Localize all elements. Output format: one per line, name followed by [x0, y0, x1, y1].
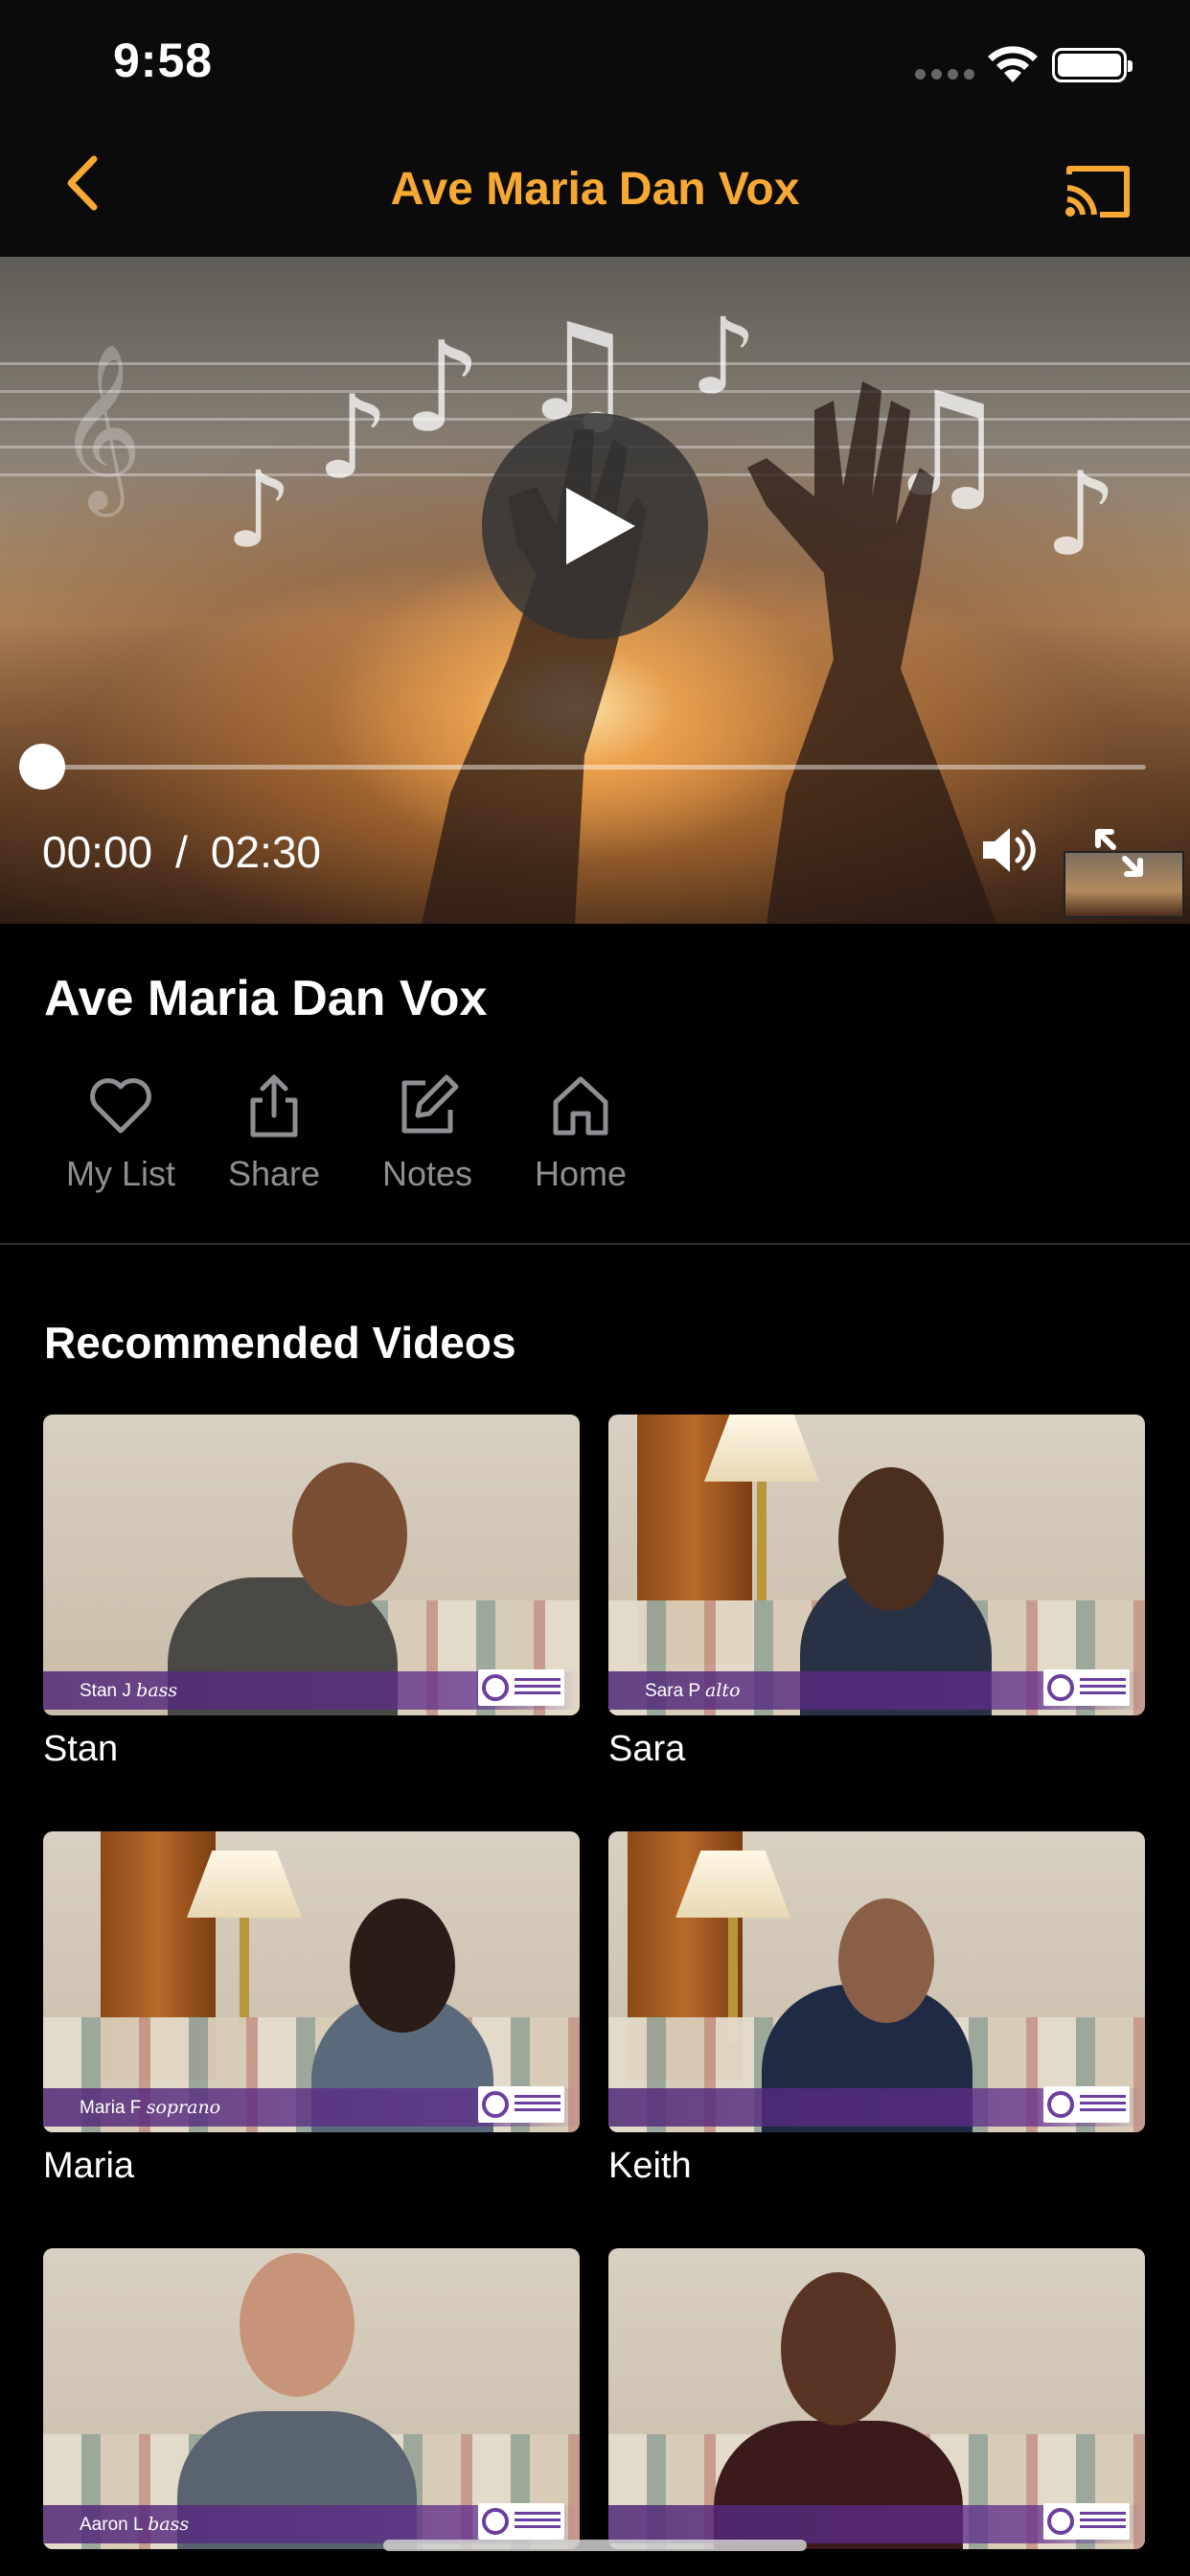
divider	[0, 1243, 1190, 1245]
video-card-keith[interactable]: Keith	[608, 1831, 1145, 2187]
volume-icon[interactable]	[979, 822, 1039, 878]
duration: 02:30	[210, 827, 322, 877]
video-card-stan[interactable]: Stan J bass Stan	[43, 1414, 580, 1770]
time-separator: /	[175, 827, 188, 877]
video-card-title: Sara	[608, 1729, 686, 1769]
banner-caption: Stan J bass	[80, 1680, 178, 1701]
play-button[interactable]	[482, 413, 708, 639]
video-card-sixth[interactable]	[608, 2248, 1145, 2563]
banner-caption: Aaron L bass	[80, 2514, 190, 2535]
cast-icon[interactable]	[1062, 161, 1133, 220]
home-label: Home	[534, 1154, 628, 1193]
edit-icon	[401, 1074, 459, 1134]
video-card-title: Maria	[43, 2146, 135, 2186]
notes-button[interactable]: Notes	[351, 1071, 504, 1194]
video-card-title: Stan	[43, 1729, 119, 1769]
share-label: Share	[227, 1154, 321, 1193]
share-icon	[250, 1074, 298, 1138]
video-thumbnail: Aaron L bass	[43, 2248, 580, 2549]
banner-caption: Maria F soprano	[80, 2097, 221, 2118]
society-logo	[1043, 2503, 1130, 2540]
scrubber-handle[interactable]	[19, 744, 65, 790]
recommended-grid: Stan J bass Stan Sara P alto Sara Maria …	[43, 1414, 1145, 2563]
my-list-label: My List	[65, 1154, 175, 1193]
action-bar: My List Share Notes Home	[44, 1071, 657, 1194]
play-icon	[566, 488, 635, 564]
society-logo	[1043, 2086, 1130, 2123]
battery-icon	[1052, 48, 1133, 82]
my-list-button[interactable]: My List	[44, 1071, 197, 1194]
home-icon	[553, 1076, 608, 1136]
status-time: 9:58	[113, 34, 214, 87]
video-thumbnail	[608, 1831, 1145, 2132]
video-card-sara[interactable]: Sara P alto Sara	[608, 1414, 1145, 1770]
video-card-aaron[interactable]: Aaron L bass	[43, 2248, 580, 2563]
video-card-title: Keith	[608, 2146, 692, 2186]
video-title: Ave Maria Dan Vox	[44, 971, 488, 1026]
notes-label: Notes	[381, 1154, 473, 1193]
status-bar: 9:58	[0, 0, 1190, 126]
page-title: Ave Maria Dan Vox	[390, 164, 800, 215]
society-logo	[478, 1669, 564, 1706]
heart-icon	[90, 1078, 151, 1134]
current-time: 00:00	[42, 827, 153, 877]
section-title: Recommended Videos	[44, 1318, 516, 1368]
video-player[interactable]: 𝄞 ♪ ♪ ♪ ♫ ♪ ♫ ♪ 00:00 / 02:30	[0, 257, 1190, 924]
banner-caption: Sara P alto	[645, 1680, 741, 1701]
home-button[interactable]: Home	[504, 1071, 657, 1194]
society-logo	[478, 2503, 564, 2540]
video-thumbnail: Stan J bass	[43, 1414, 580, 1715]
wifi-icon	[988, 46, 1038, 82]
navigation-bar: Ave Maria Dan Vox	[0, 126, 1190, 257]
video-thumbnail: Maria F soprano	[43, 1831, 580, 2132]
fullscreen-icon[interactable]	[1092, 826, 1146, 880]
video-card-maria[interactable]: Maria F soprano Maria	[43, 1831, 580, 2187]
home-indicator[interactable]	[383, 2540, 807, 2551]
video-thumbnail	[608, 2248, 1145, 2549]
time-display: 00:00 / 02:30	[42, 826, 321, 878]
share-button[interactable]: Share	[197, 1071, 351, 1194]
video-thumbnail: Sara P alto	[608, 1414, 1145, 1715]
society-logo	[478, 2086, 564, 2123]
cellular-signal-icon	[915, 69, 974, 80]
society-logo	[1043, 1669, 1130, 1706]
progress-track[interactable]	[42, 765, 1146, 770]
